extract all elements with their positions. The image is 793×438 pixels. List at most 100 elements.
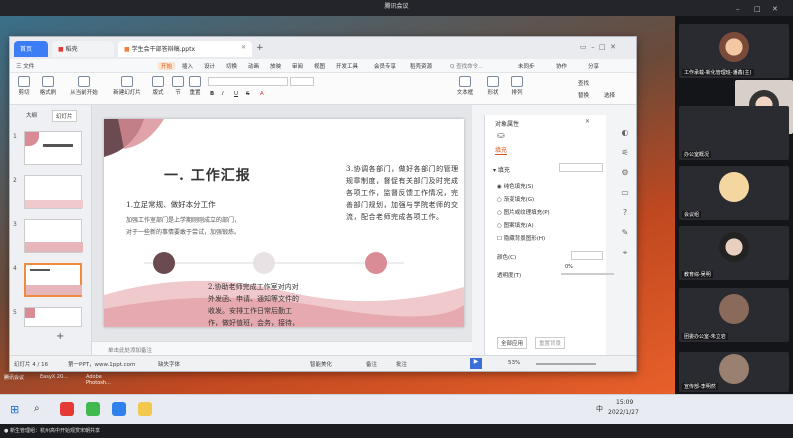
strike-button[interactable]: S (246, 91, 250, 97)
slide-thumbnail-1[interactable] (24, 131, 82, 165)
textbox-button[interactable]: 文本框 (450, 76, 480, 96)
fill-section-label[interactable]: ▾ 填充 (493, 165, 510, 174)
font-color-button[interactable]: A (260, 91, 264, 97)
tab-close-icon[interactable]: ✕ (241, 44, 246, 51)
select-button[interactable]: 选择 (604, 91, 615, 99)
slide-thumbnail-4[interactable] (24, 263, 82, 297)
missing-font-button[interactable]: 缺失字体 (158, 360, 180, 368)
sync-status[interactable]: 未同步 (518, 62, 535, 70)
desktop-icon-easyx[interactable]: EasyX 20... (40, 374, 68, 380)
menu-insert[interactable]: 插入 (182, 62, 193, 70)
share-button[interactable]: 分享 (588, 62, 599, 70)
language-indicator[interactable]: 中 (596, 404, 603, 414)
font-size-select[interactable] (290, 77, 314, 86)
participant-tile[interactable]: 团委办公室-朱立岩 (679, 288, 789, 342)
menu-review[interactable]: 审阅 (292, 62, 303, 70)
arrange-button[interactable]: 排列 (506, 76, 528, 96)
participant-tile[interactable]: 工作承载-新化管理班-潘鑫(主) (679, 24, 789, 78)
play-from-current-button[interactable]: 从当前开始 (64, 76, 104, 96)
option-solid[interactable]: ◉ 纯色填充(S) (497, 181, 550, 194)
menu-member[interactable]: 会员专享 (374, 62, 396, 70)
tab-home[interactable]: 首页 (14, 41, 48, 57)
menu-transition[interactable]: 切换 (226, 62, 237, 70)
maximize-icon[interactable]: □ (754, 2, 761, 16)
add-slide-button[interactable]: + (56, 331, 64, 342)
minimize-icon[interactable]: – (736, 2, 740, 16)
zoom-level[interactable]: 53% (508, 360, 520, 366)
tab-document[interactable]: ■ 学生会干部答辩稿.pptx ✕ (118, 41, 252, 57)
layout-button[interactable]: 版式 (148, 76, 168, 96)
comments-toggle[interactable]: 批注 (396, 360, 407, 368)
start-icon[interactable]: ⊞ (10, 403, 19, 416)
close-icon[interactable]: ✕ (772, 2, 778, 16)
menu-home[interactable]: 开始 (158, 62, 176, 70)
wps-app-icon[interactable] (60, 402, 74, 416)
slides-tab[interactable]: 幻灯片 (52, 110, 77, 122)
desktop-icon-meeting[interactable]: 腾讯会议 (4, 374, 24, 381)
menu-file[interactable]: 三 文件 (16, 62, 34, 70)
italic-button[interactable]: I (222, 91, 224, 97)
participant-tile[interactable]: 会议组 (679, 166, 789, 220)
shape-button[interactable]: 形状 (482, 76, 504, 96)
add-tab-button[interactable]: + (256, 43, 264, 53)
slide-thumbnail-3[interactable] (24, 219, 83, 253)
color-picker[interactable] (571, 251, 603, 260)
panel-title: 对象属性 (495, 121, 520, 128)
transparency-label: 透明度(T) (497, 273, 522, 279)
replace-button[interactable]: 替换 (578, 91, 589, 99)
play-slideshow-icon[interactable]: ▶ (470, 358, 482, 369)
current-slide[interactable]: 一. 工作汇报 1.立足常规、做好本分工作 加强工作室部门是上学期刚刚成立的部门… (104, 119, 464, 327)
collaborate-button[interactable]: 协作 (556, 62, 567, 70)
slide-thumbnail-2[interactable] (24, 175, 83, 209)
find-button[interactable]: 查找 (578, 79, 589, 87)
option-picture[interactable]: ○ 图片或纹理填充(P) (497, 207, 550, 220)
font-name-select[interactable] (208, 77, 288, 86)
participant-tile[interactable]: 教育综-吴明 (679, 226, 789, 280)
menu-docer[interactable]: 稻壳资源 (410, 62, 432, 70)
underline-button[interactable]: U (234, 91, 238, 97)
side-tool-icons[interactable]: ◐ ⚟ ⚙ ▭? ✎ ⌖ (614, 115, 636, 263)
slide-thumbnail-5[interactable] (24, 307, 82, 327)
meeting-title: 腾讯会议 (384, 3, 409, 10)
play-icon (78, 76, 90, 87)
slide-number: 2 (13, 177, 17, 184)
menu-developer[interactable]: 开发工具 (336, 62, 358, 70)
transparency-slider[interactable] (561, 273, 617, 275)
desktop-icon-photoshop[interactable]: Adobe Photosh... (86, 374, 116, 386)
fill-tab[interactable]: 填充 (495, 145, 508, 155)
app-icon[interactable] (112, 402, 126, 416)
participant-tile[interactable]: 办公室概况 (679, 106, 789, 160)
format-painter-button[interactable]: 格式刷 (36, 76, 60, 96)
meeting-app-icon[interactable] (86, 402, 100, 416)
option-pattern[interactable]: ○ 图案填充(A) (497, 220, 550, 233)
section-button[interactable]: 节 (170, 76, 186, 96)
menu-animation[interactable]: 动画 (248, 62, 259, 70)
new-slide-button[interactable]: 新建幻灯片 (106, 76, 148, 96)
zoom-slider[interactable] (536, 363, 596, 365)
section-icon (172, 76, 184, 87)
window-controls[interactable]: ▭ – □ ✕ (580, 43, 616, 51)
panel-close-icon[interactable]: ✕ (585, 118, 590, 125)
notes-area[interactable]: 单击此处添加备注 (92, 341, 472, 355)
hide-background-checkbox[interactable]: ☐ 隐藏背景图形(H) (497, 233, 550, 246)
menu-bar: 三 文件 开始 插入 设计 切换 动画 放映 审阅 视图 开发工具 会员专享 稻… (10, 59, 636, 73)
bold-button[interactable]: B (210, 91, 214, 97)
reset-button[interactable]: 重置 (186, 76, 204, 96)
menu-design[interactable]: 设计 (204, 62, 215, 70)
fill-type-select[interactable] (559, 163, 603, 172)
folder-icon[interactable] (138, 402, 152, 416)
participant-tile[interactable]: 宣传部-李明然 (679, 352, 789, 392)
search-icon[interactable]: ⌕ (34, 403, 40, 414)
reset-background-button[interactable]: 重置背景 (535, 337, 566, 349)
option-gradient[interactable]: ○ 渐变填充(G) (497, 194, 550, 207)
notes-toggle[interactable]: 备注 (366, 360, 377, 368)
outline-tab[interactable]: 大纲 (26, 111, 37, 119)
cut-button[interactable]: 剪切 (14, 76, 34, 96)
smart-beautify-button[interactable]: 智能美化 (310, 360, 332, 368)
menu-view[interactable]: 视图 (314, 62, 325, 70)
tab-docer[interactable]: ■ 稻壳 (52, 41, 114, 57)
clock-date: 2022/1/27 (608, 409, 639, 416)
menu-slideshow[interactable]: 放映 (270, 62, 281, 70)
command-search-input[interactable]: Q 查找命令... (450, 62, 483, 70)
apply-all-button[interactable]: 全部应用 (497, 337, 528, 349)
